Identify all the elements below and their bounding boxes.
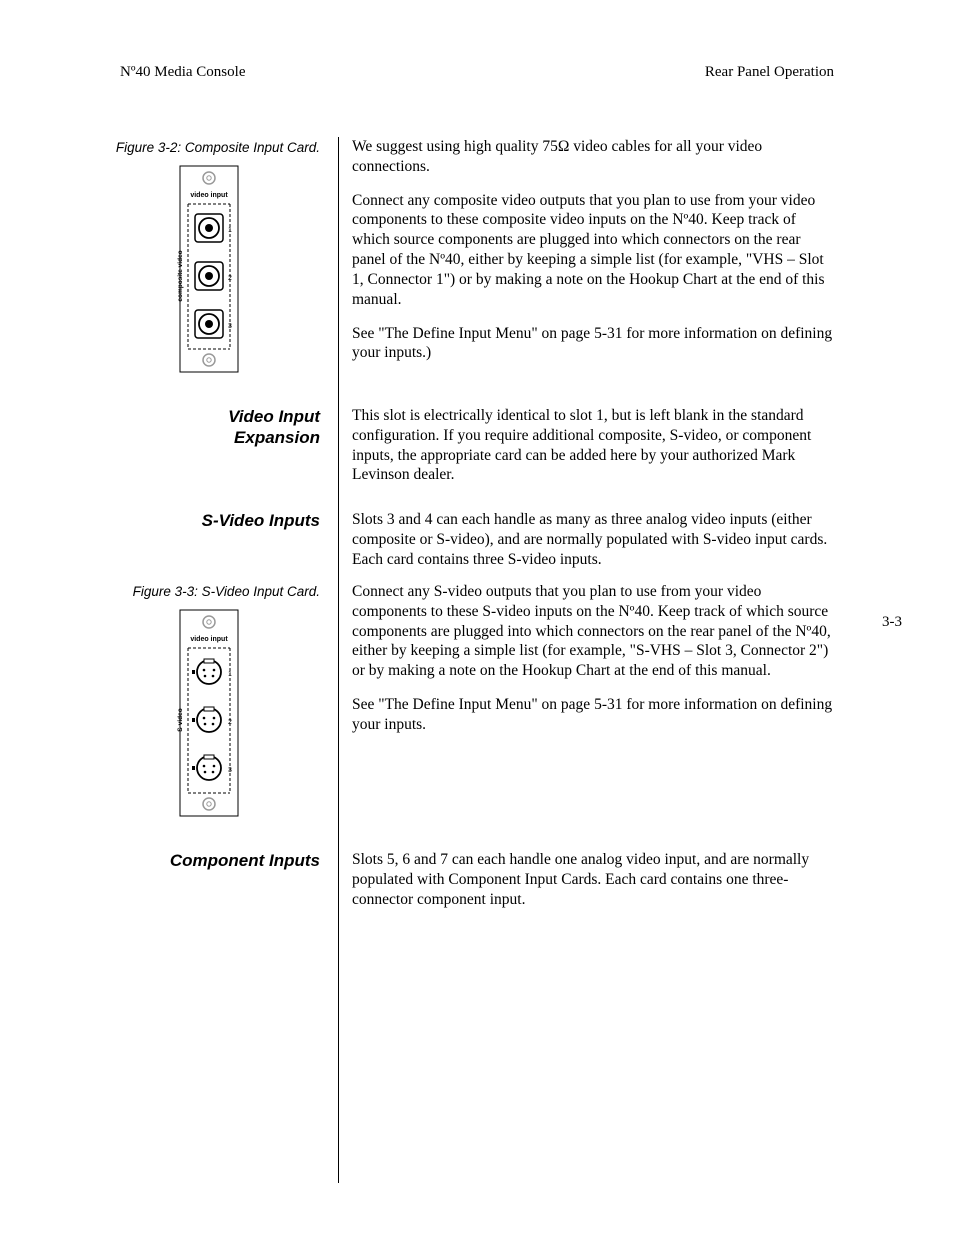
- svideo-p3: See "The Define Input Menu" on page 5-31…: [352, 695, 836, 735]
- header-right: Rear Panel Operation: [705, 64, 834, 81]
- component-block: Slots 5, 6 and 7 can each handle one ana…: [352, 850, 836, 909]
- heading-video-input-expansion: Video Input Expansion: [0, 406, 320, 449]
- column-divider: [338, 137, 339, 1183]
- svideo-p1: Slots 3 and 4 can each handle as many as…: [352, 510, 836, 569]
- svg-text:1: 1: [228, 227, 232, 234]
- intro-p1: We suggest using high quality 75Ω video …: [352, 137, 836, 177]
- svg-text:video input: video input: [190, 636, 228, 643]
- svideo-block-2: Connect any S-video outputs that you pla…: [352, 582, 836, 735]
- svideo-p2: Connect any S-video outputs that you pla…: [352, 582, 836, 681]
- figure-3-3-image: video input S-video 1: [172, 608, 246, 818]
- svg-text:S-video: S-video: [177, 708, 184, 732]
- intro-p3: See "The Define Input Menu" on page 5-31…: [352, 324, 836, 364]
- svideo-block-1: Slots 3 and 4 can each handle as many as…: [352, 510, 836, 569]
- heading-svideo-inputs: S-Video Inputs: [0, 510, 320, 531]
- svg-text:2: 2: [228, 719, 232, 726]
- component-p1: Slots 5, 6 and 7 can each handle one ana…: [352, 850, 836, 909]
- svg-text:1: 1: [228, 671, 232, 678]
- svg-text:3: 3: [228, 767, 232, 774]
- intro-block: We suggest using high quality 75Ω video …: [352, 137, 836, 363]
- header-left: Nº40 Media Console: [120, 64, 245, 81]
- intro-p2: Connect any composite video outputs that…: [352, 191, 836, 310]
- video-input-expansion-p1: This slot is electrically identical to s…: [352, 406, 836, 485]
- page-number: 3-3: [882, 614, 902, 631]
- svg-text:2: 2: [228, 275, 232, 282]
- svg-text:composite video: composite video: [177, 250, 184, 301]
- video-input-expansion-block: This slot is electrically identical to s…: [352, 406, 836, 485]
- figure-3-3-caption: Figure 3-3: S-Video Input Card.: [0, 584, 320, 599]
- figure-3-2-image: video input composite video 1 2: [172, 164, 246, 374]
- svg-text:3: 3: [228, 323, 232, 330]
- svg-text:video input: video input: [190, 192, 228, 199]
- figure-3-2-caption: Figure 3-2: Composite Input Card.: [0, 140, 320, 155]
- heading-component-inputs: Component Inputs: [0, 850, 320, 871]
